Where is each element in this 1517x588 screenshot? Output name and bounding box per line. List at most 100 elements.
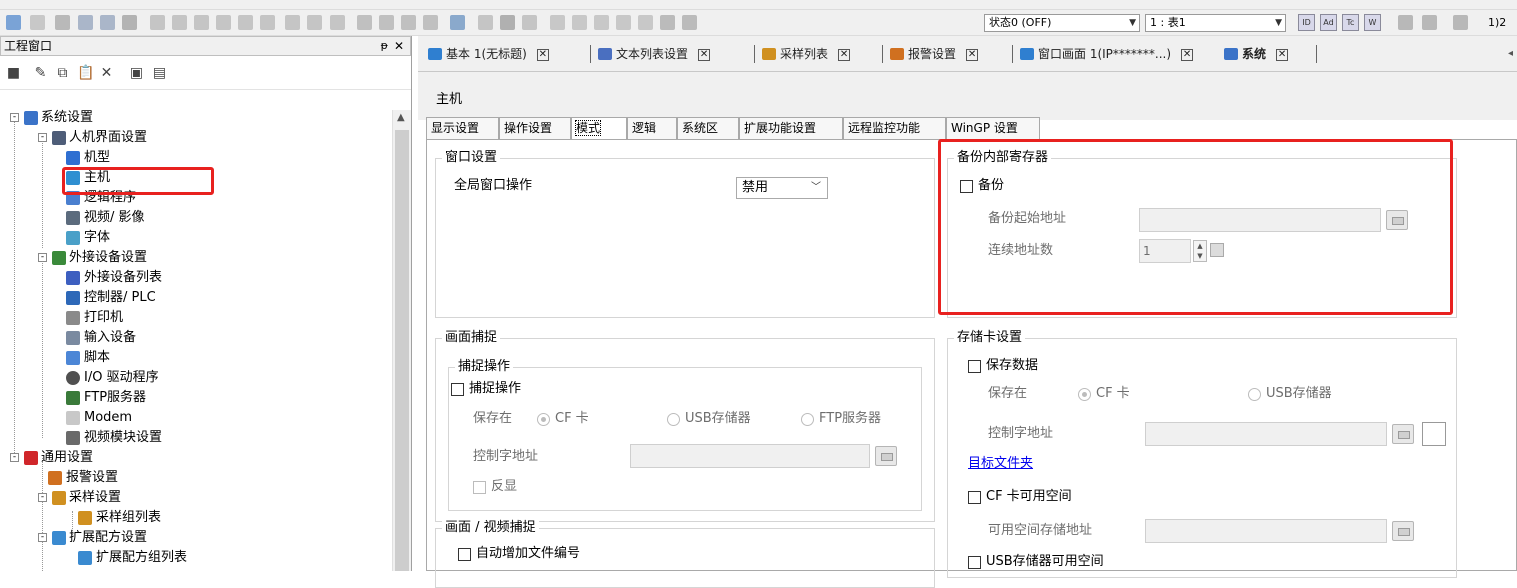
tab-alarm-settings[interactable]: 报警设置 ✕ (890, 44, 979, 64)
paste-icon[interactable]: 📋 (77, 66, 94, 81)
toolbar-lamp-icon[interactable] (594, 15, 609, 30)
tab-scroll-left-icon[interactable]: ◂ (1508, 48, 1513, 59)
toolbar-align-left-icon[interactable] (150, 15, 165, 30)
toolbar-lock-icon[interactable] (616, 15, 631, 30)
collapse-icon[interactable]: - (10, 113, 19, 122)
capture-ftp-radio[interactable] (801, 413, 814, 426)
auto-increment-checkbox[interactable] (458, 548, 471, 561)
collapse-icon[interactable]: - (38, 533, 47, 542)
close-icon[interactable]: ✕ (966, 49, 979, 61)
card-control-address-field[interactable] (1145, 422, 1387, 446)
list-icon[interactable]: ▤ (152, 66, 167, 81)
close-icon[interactable]: ✕ (1181, 49, 1194, 61)
tab-basic-1[interactable]: 基本 1(无标题) ✕ (428, 44, 549, 64)
toolbar-back-icon[interactable] (100, 15, 115, 30)
tab-wingp-settings[interactable]: WinGP 设置 (946, 117, 1040, 139)
free-space-address-field[interactable] (1145, 519, 1387, 543)
toolbar-rotate-icon[interactable] (357, 15, 372, 30)
toolbar-align-center-icon[interactable] (172, 15, 187, 30)
ad-button[interactable]: Ad (1320, 14, 1337, 31)
toolbar-print-icon[interactable] (1398, 15, 1413, 30)
toolbar-flip-v-icon[interactable] (423, 15, 438, 30)
card-cf-radio[interactable] (1078, 388, 1091, 401)
toolbar-panel-icon[interactable] (660, 15, 675, 30)
toolbar-distribute-icon[interactable] (285, 15, 300, 30)
tab-text-list[interactable]: 文本列表设置 ✕ (598, 44, 711, 64)
tab-window-screen[interactable]: 窗口画面 1(IP*******...) ✕ (1020, 44, 1194, 64)
tab-system-area[interactable]: 系统区 (677, 117, 739, 139)
toolbar-panel2-icon[interactable] (682, 15, 697, 30)
copy-icon[interactable]: ⧉ (55, 66, 70, 81)
toolbar-key-icon[interactable] (638, 15, 653, 30)
tab-system[interactable]: 系统 ✕ (1224, 44, 1289, 64)
toolbar-frame-icon[interactable] (478, 15, 493, 30)
toolbar-align-bottom-icon[interactable] (260, 15, 275, 30)
w-button[interactable]: W (1364, 14, 1381, 31)
toolbar-tool-icon[interactable] (6, 15, 21, 30)
keypad-icon[interactable] (875, 446, 897, 466)
close-icon[interactable]: ✕ (838, 49, 851, 61)
tab-mode[interactable]: 模式 (571, 117, 627, 140)
status-select[interactable]: 状态0 (OFF) ▼ (984, 14, 1140, 32)
toolbar-display-icon[interactable] (522, 15, 537, 30)
keypad-icon[interactable] (1392, 521, 1414, 541)
toolbar-align-top-icon[interactable] (216, 15, 231, 30)
close-icon[interactable]: ✕ (394, 37, 404, 55)
close-icon[interactable]: ✕ (698, 49, 711, 61)
capture-control-address-field[interactable] (630, 444, 870, 468)
capture-invert-checkbox[interactable] (473, 481, 486, 494)
collapse-icon[interactable]: - (38, 133, 47, 142)
close-icon[interactable]: ✕ (1276, 49, 1289, 61)
tab-remote-monitoring[interactable]: 远程监控功能 (843, 117, 946, 139)
target-folder-link[interactable]: 目标文件夹 (968, 455, 1033, 473)
toolbar-switch-off-icon[interactable] (572, 15, 587, 30)
toolbar-front-icon[interactable] (78, 15, 93, 30)
usb-free-space-checkbox[interactable] (968, 556, 981, 569)
toolbar-switch-on-icon[interactable] (550, 15, 565, 30)
delete-icon[interactable]: ✕ (99, 66, 114, 81)
card-usb-radio[interactable] (1248, 388, 1261, 401)
close-icon[interactable]: ✕ (536, 49, 549, 61)
cf-free-space-checkbox[interactable] (968, 491, 981, 504)
toolbar-grid-icon[interactable] (30, 15, 45, 30)
collapse-icon[interactable]: - (38, 493, 47, 502)
toolbar-object-icon[interactable] (450, 15, 465, 30)
toolbar-size-icon[interactable] (330, 15, 345, 30)
properties-icon[interactable]: ▣ (129, 66, 144, 81)
toolbar-flip-h-icon[interactable] (401, 15, 416, 30)
tree-line (14, 118, 15, 453)
new-icon[interactable]: ■ (6, 66, 21, 81)
save-data-checkbox[interactable] (968, 360, 981, 373)
screen-select[interactable]: 1 : 表1 ▼ (1145, 14, 1286, 32)
toolbar-text-icon[interactable] (500, 15, 515, 30)
toolbar-transfer-icon[interactable] (1453, 15, 1468, 30)
scroll-up-icon[interactable]: ▲ (397, 112, 405, 123)
pin-icon[interactable]: ᵽ (381, 37, 388, 55)
tree-scrollbar[interactable]: ▲ (392, 110, 411, 571)
toolbar-align-middle-icon[interactable] (238, 15, 253, 30)
toolbar-layers-icon[interactable] (55, 15, 70, 30)
tab-operation-settings[interactable]: 操作设置 (499, 117, 571, 139)
toolbar-preview-icon[interactable] (1422, 15, 1437, 30)
card-color-box[interactable] (1422, 422, 1446, 446)
global-window-select[interactable]: 禁用 ﹀ (736, 177, 828, 199)
tab-extended-functions[interactable]: 扩展功能设置 (739, 117, 843, 139)
capture-cf-radio[interactable] (537, 413, 550, 426)
keypad-icon[interactable] (1392, 424, 1414, 444)
memory-card-title: 存储卡设置 (954, 330, 1026, 346)
toolbar-distribute-v-icon[interactable] (307, 15, 322, 30)
scrollbar-thumb[interactable] (395, 130, 409, 571)
capture-operation-checkbox[interactable] (451, 383, 464, 396)
tab-logic[interactable]: 逻辑 (627, 117, 677, 139)
toolbar-rotate-r-icon[interactable] (379, 15, 394, 30)
tab-sampling-list[interactable]: 采样列表 ✕ (762, 44, 851, 64)
capture-usb-radio[interactable] (667, 413, 680, 426)
edit-icon[interactable]: ✎ (33, 66, 48, 81)
tab-display-settings[interactable]: 显示设置 (426, 117, 499, 139)
toolbar-group-icon[interactable] (122, 15, 137, 30)
collapse-icon[interactable]: - (38, 253, 47, 262)
collapse-icon[interactable]: - (10, 453, 19, 462)
toolbar-align-right-icon[interactable] (194, 15, 209, 30)
tc-button[interactable]: Tc (1342, 14, 1359, 31)
id-button[interactable]: ID (1298, 14, 1315, 31)
